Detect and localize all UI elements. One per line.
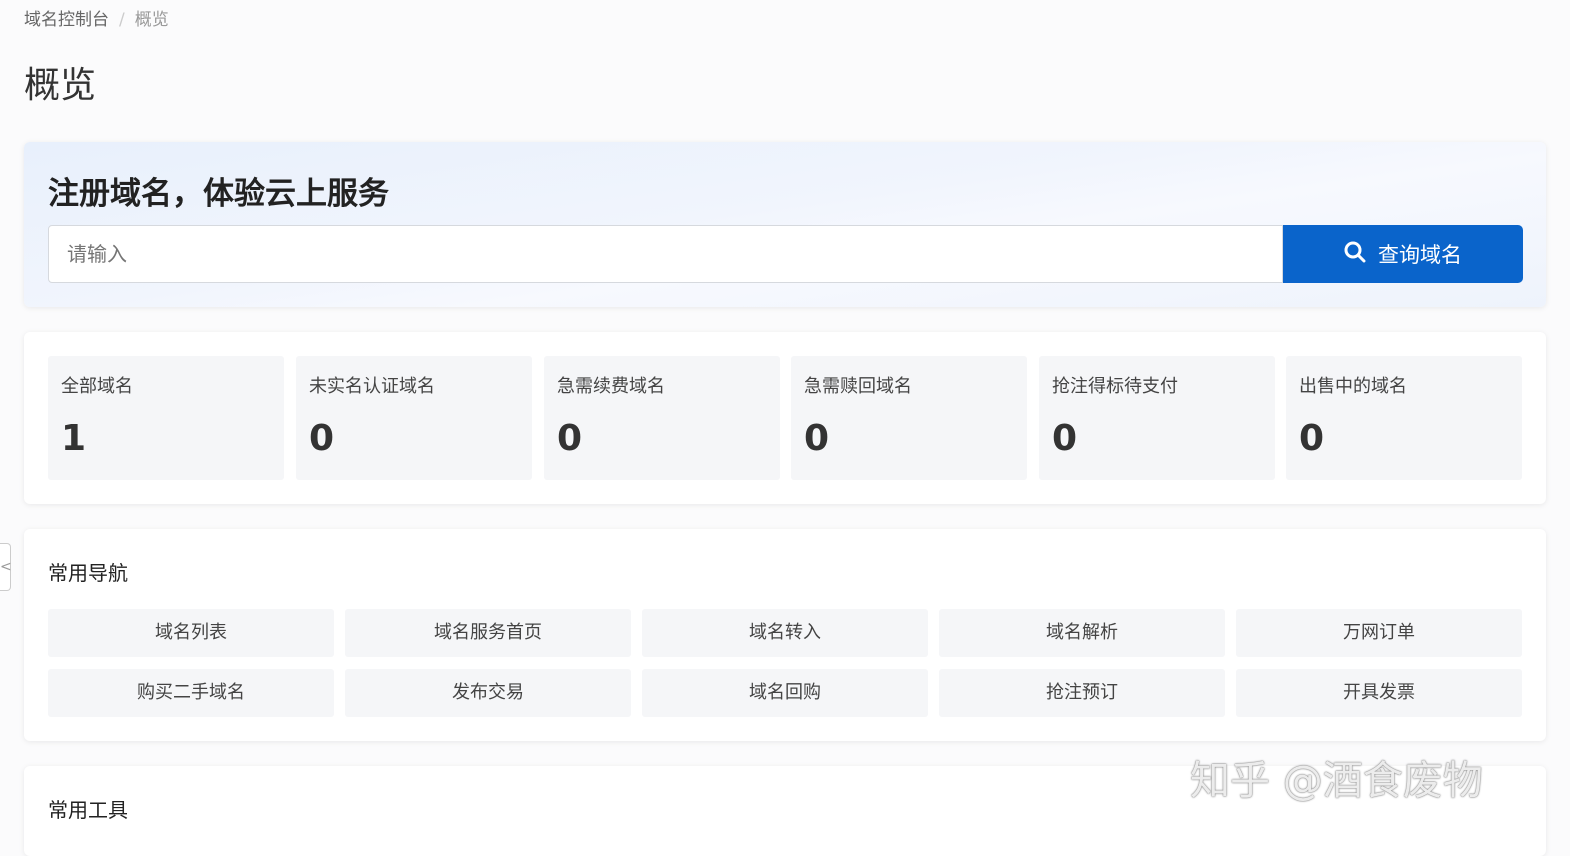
stat-value: 0	[804, 418, 830, 459]
nav-orders[interactable]: 万网订单	[1236, 609, 1522, 657]
chevron-left-icon: <	[0, 559, 12, 575]
nav-domain-buyback[interactable]: 域名回购	[642, 669, 928, 717]
domain-search-input[interactable]	[48, 225, 1283, 283]
domain-stats-card: 全部域名 1 未实名认证域名 0 急需续费域名 0 急需赎回域名 0 抢注得标待支付 0 …	[24, 332, 1546, 504]
nav-domain-list[interactable]: 域名列表	[48, 609, 334, 657]
nav-invoice[interactable]: 开具发票	[1236, 669, 1522, 717]
sidebar-toggle-button[interactable]: <	[0, 543, 12, 591]
stat-label: 全部域名	[61, 376, 133, 397]
stat-value: 0	[1299, 418, 1325, 459]
breadcrumb: 域名控制台 / 概览	[24, 5, 169, 30]
stat-all-domains[interactable]: 全部域名 1	[48, 356, 284, 480]
stat-label: 抢注得标待支付	[1052, 376, 1178, 397]
nav-publish-trade[interactable]: 发布交易	[345, 669, 631, 717]
stat-domains-for-sale[interactable]: 出售中的域名 0	[1286, 356, 1522, 480]
banner-title: 注册域名，体验云上服务	[48, 176, 389, 212]
page-title: 概览	[24, 65, 97, 106]
watermark: 知乎 @酒食废物	[1190, 758, 1483, 804]
breadcrumb-current: 概览	[134, 10, 169, 30]
nav-buy-secondhand-domain[interactable]: 购买二手域名	[48, 669, 334, 717]
nav-backorder[interactable]: 抢注预订	[939, 669, 1225, 717]
stat-renewal-needed[interactable]: 急需续费域名 0	[544, 356, 780, 480]
query-domain-label: 查询域名	[1378, 243, 1462, 267]
breadcrumb-separator: /	[119, 10, 125, 30]
register-domain-banner: 注册域名，体验云上服务 查询域名	[24, 142, 1546, 307]
stat-label: 急需赎回域名	[804, 376, 912, 397]
nav-dns-resolution[interactable]: 域名解析	[939, 609, 1225, 657]
nav-domain-service-home[interactable]: 域名服务首页	[345, 609, 631, 657]
section-title: 常用工具	[48, 798, 128, 822]
stat-label: 未实名认证域名	[309, 376, 435, 397]
query-domain-button[interactable]: 查询域名	[1283, 225, 1523, 283]
stat-label: 出售中的域名	[1299, 376, 1407, 397]
stat-value: 0	[309, 418, 335, 459]
stat-redemption-needed[interactable]: 急需赎回域名 0	[791, 356, 1027, 480]
common-navigation-card: 常用导航 域名列表 域名服务首页 域名转入 域名解析 万网订单 购买二手域名 发…	[24, 529, 1546, 741]
nav-domain-transfer-in[interactable]: 域名转入	[642, 609, 928, 657]
section-title: 常用导航	[48, 561, 128, 585]
stat-label: 急需续费域名	[557, 376, 665, 397]
stat-value: 0	[557, 418, 583, 459]
stat-value: 0	[1052, 418, 1078, 459]
breadcrumb-root-link[interactable]: 域名控制台	[24, 10, 109, 30]
stat-backorder-pending-payment[interactable]: 抢注得标待支付 0	[1039, 356, 1275, 480]
stat-value: 1	[61, 418, 87, 459]
stat-unverified-domains[interactable]: 未实名认证域名 0	[296, 356, 532, 480]
search-icon	[1344, 241, 1366, 268]
